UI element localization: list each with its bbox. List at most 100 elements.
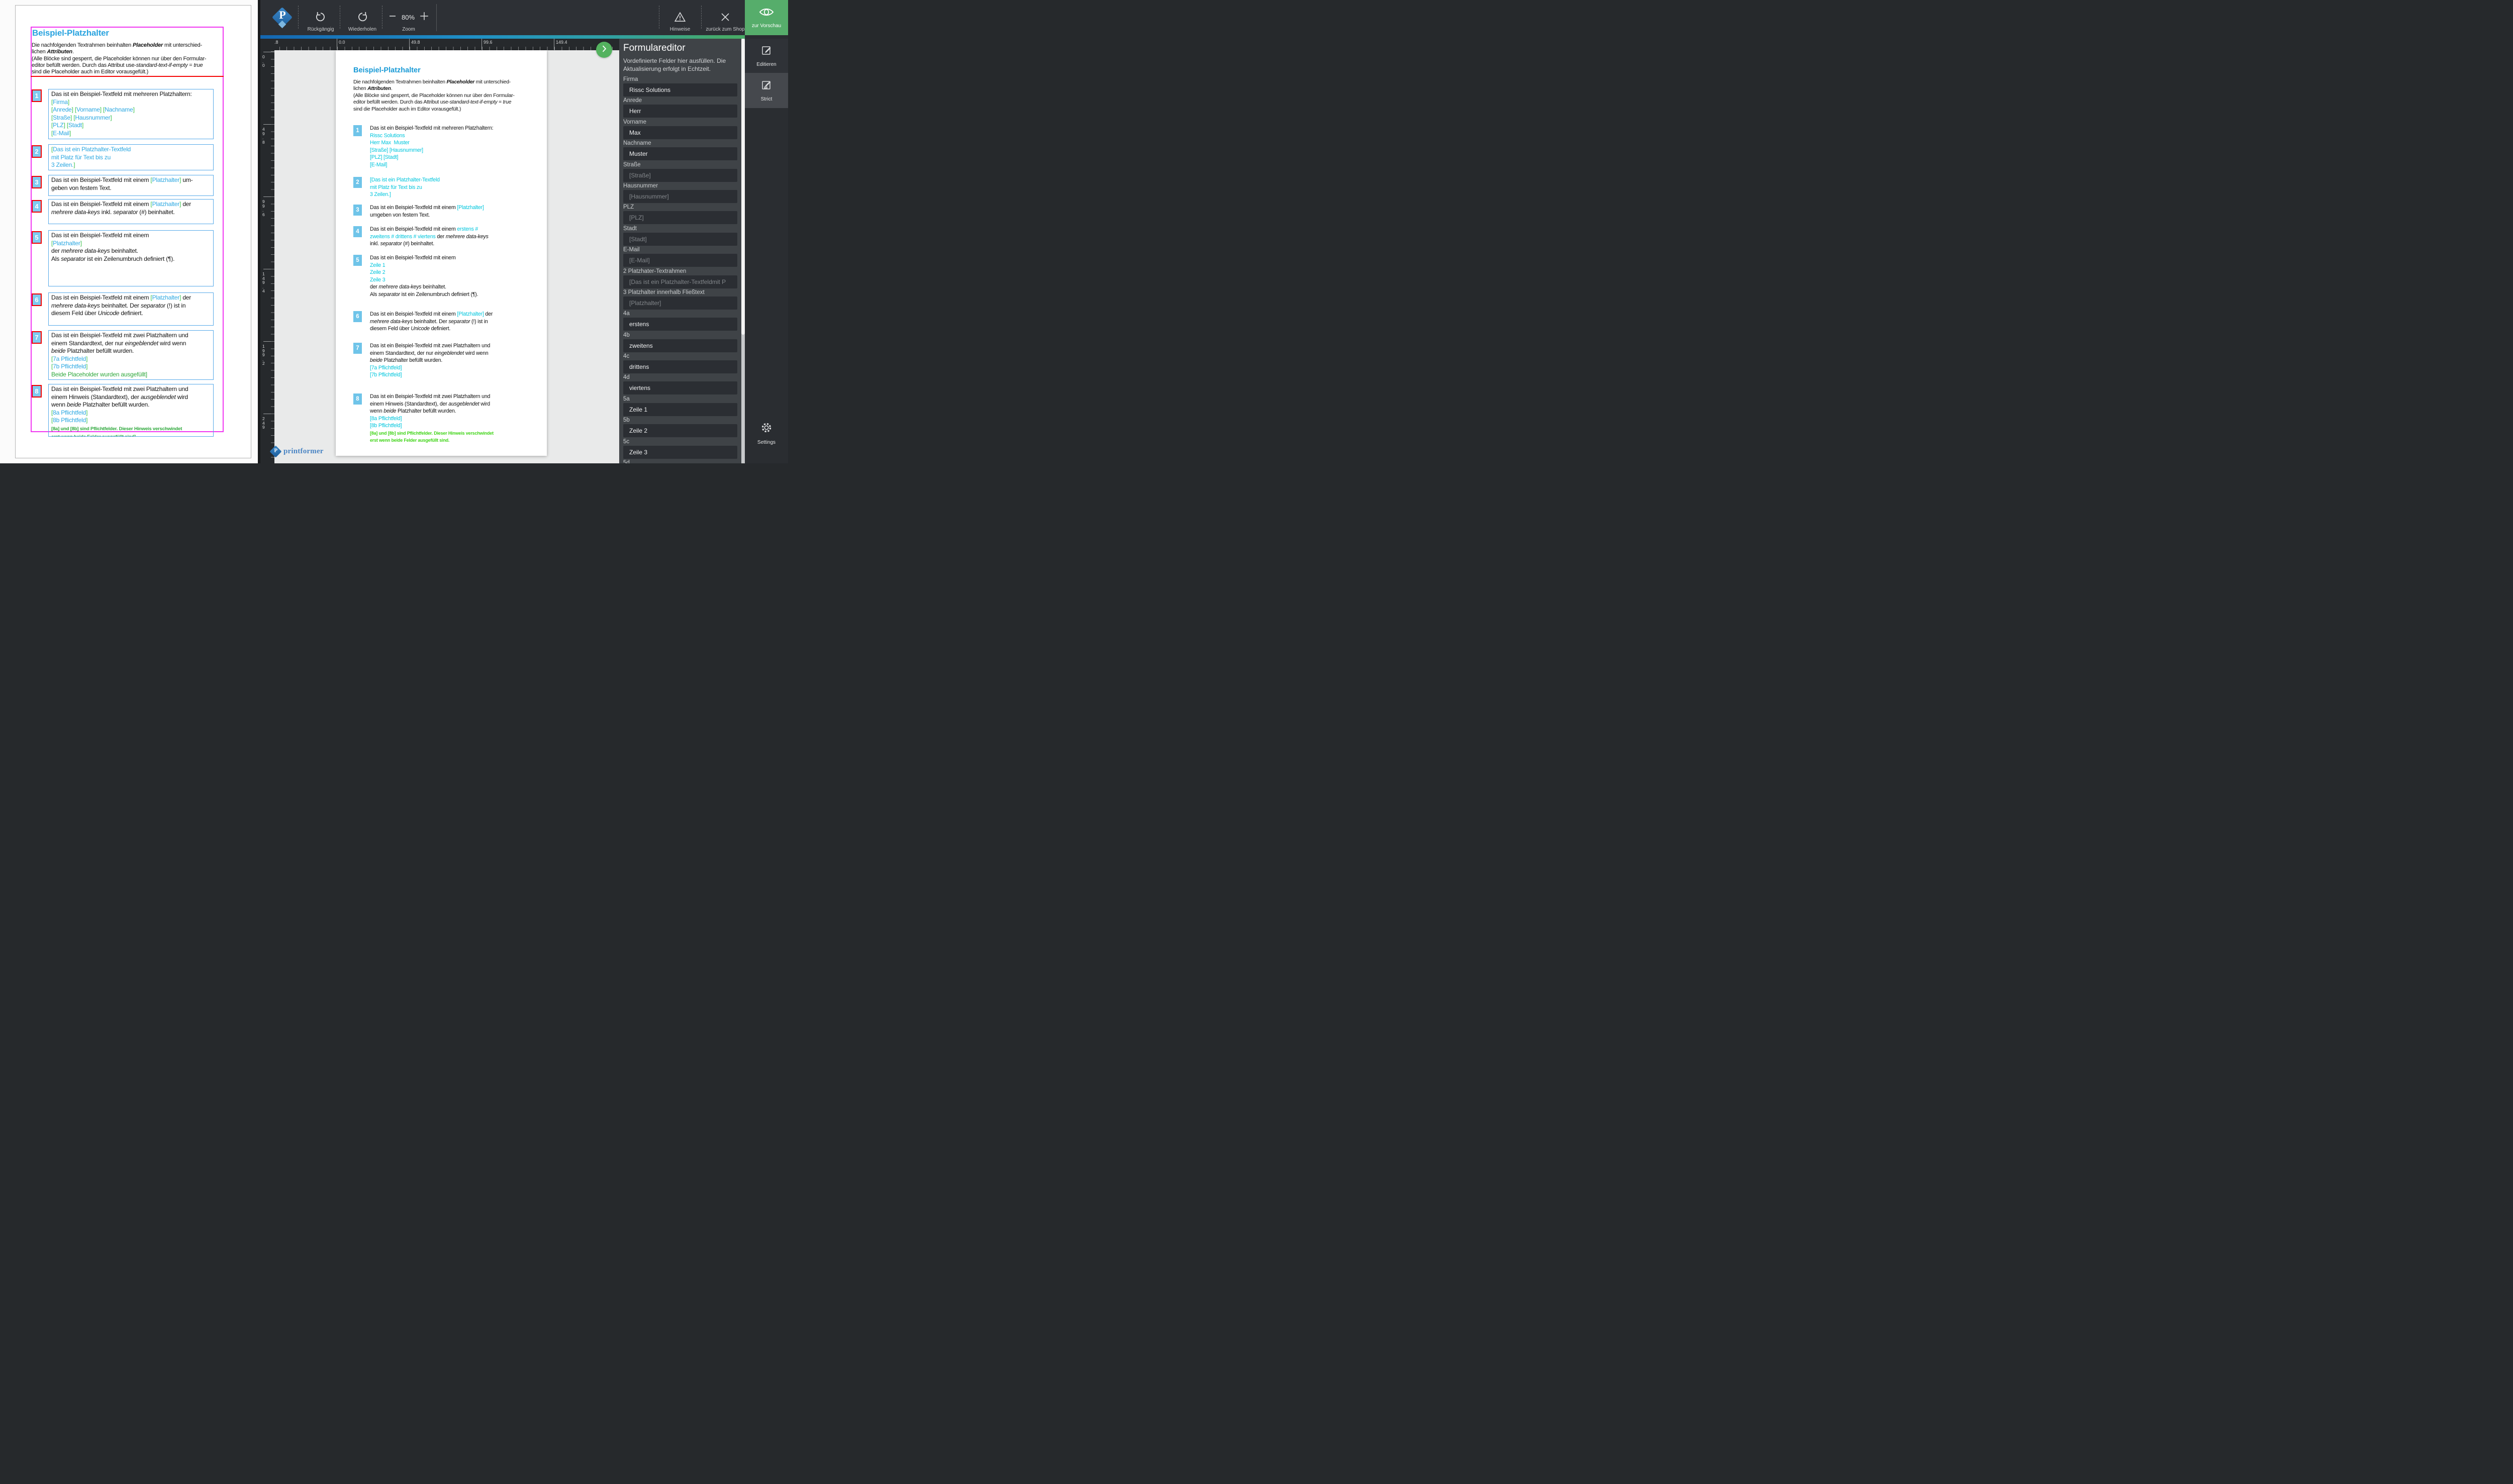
next-page-button[interactable] xyxy=(596,42,612,58)
form-field: 5d xyxy=(619,459,741,463)
ruler-label: 199.2 xyxy=(262,344,265,366)
field-input[interactable] xyxy=(623,296,737,310)
form-editor-panel: Formulareditor Vordefinierte Felder hier… xyxy=(619,39,745,463)
field-input[interactable] xyxy=(623,126,737,139)
field-label: 4b xyxy=(623,332,737,339)
back-to-shop-label: zurück zum Shop xyxy=(706,27,744,32)
form-field: Nachname xyxy=(619,140,741,161)
chevron-right-icon xyxy=(599,44,609,56)
toolbar-separator xyxy=(298,6,299,29)
redo-button[interactable]: Wiederholen xyxy=(341,3,383,32)
form-field: 2 Platzhater-Textrahmen xyxy=(619,268,741,289)
doc-paragraph: Die nachfolgenden Textrahmen beinhalten … xyxy=(353,79,515,113)
item-badge: 6 xyxy=(353,311,362,322)
ruler-label: 99.6 xyxy=(484,40,493,45)
ruler-vertical: 0.049.899.6149.4199.2249 xyxy=(260,50,274,463)
box-badge: 1 xyxy=(32,89,42,102)
ruler-tick xyxy=(409,39,410,50)
zoom-in-button[interactable] xyxy=(419,11,429,24)
field-input[interactable] xyxy=(623,339,737,352)
hinweise-button[interactable]: Hinweise xyxy=(659,3,701,32)
field-input[interactable] xyxy=(623,403,737,416)
edit-mode-button[interactable]: Editieren xyxy=(745,39,788,73)
field-label: 4c xyxy=(623,353,737,360)
form-field: 4b xyxy=(619,332,741,353)
document-page: Beispiel-Platzhalter Die nachfolgenden T… xyxy=(336,50,547,456)
back-to-shop-button[interactable]: zurück zum Shop xyxy=(700,3,750,32)
field-input[interactable] xyxy=(623,190,737,203)
field-input[interactable] xyxy=(623,83,737,96)
ruler-label: 0.0 xyxy=(262,55,265,68)
field-label: 4d xyxy=(623,374,737,381)
form-subtitle: Vordefinierte Felder hier ausfüllen. Die… xyxy=(623,57,740,73)
printformer-logo-icon: P xyxy=(271,7,294,29)
form-field: 5a xyxy=(619,395,741,417)
field-input[interactable] xyxy=(623,446,737,459)
form-field: Anrede xyxy=(619,97,741,118)
ruler-tick xyxy=(263,124,274,125)
form-field: Vorname xyxy=(619,119,741,140)
form-field: Firma xyxy=(619,76,741,97)
field-input[interactable] xyxy=(623,254,737,267)
field-input[interactable] xyxy=(623,233,737,246)
zoom-control: 80% Zoom xyxy=(379,3,438,32)
field-input[interactable] xyxy=(623,169,737,182)
field-label: Firma xyxy=(623,76,737,83)
ruler-label: 49.8 xyxy=(411,40,420,45)
zoom-out-button[interactable] xyxy=(388,12,397,23)
form-field: 3 Platzhalter innerhalb Fließtext xyxy=(619,289,741,310)
field-label: 5c xyxy=(623,438,737,445)
strict-mode-label: Strict xyxy=(761,96,772,102)
right-rail: zur Vorschau Editieren Strict Setti xyxy=(745,0,788,463)
field-label: Straße xyxy=(623,161,737,168)
field-label: 5d xyxy=(623,459,737,463)
item-badge: 8 xyxy=(353,393,362,405)
preview-page: Beispiel-Platzhalter Die nachfolgenden T… xyxy=(15,5,251,458)
eye-icon xyxy=(759,7,774,20)
item-text: Das ist ein Beispiel-Textfeld mit zwei P… xyxy=(370,342,541,379)
form-title: Formulareditor xyxy=(623,43,686,54)
preview-box: Das ist ein Beispiel-Textfeld mit zwei P… xyxy=(48,384,214,437)
field-input[interactable] xyxy=(623,275,737,288)
field-input[interactable] xyxy=(623,318,737,331)
field-input[interactable] xyxy=(623,147,737,160)
box-badge: 6 xyxy=(32,293,42,306)
item-text: Das ist ein Beispiel-Textfeld mit einem … xyxy=(370,311,541,333)
preview-mode-button[interactable]: zur Vorschau xyxy=(745,0,788,35)
gear-icon xyxy=(760,421,773,437)
box-badge: 4 xyxy=(32,200,42,213)
field-input[interactable] xyxy=(623,424,737,437)
form-field: Hausnummer xyxy=(619,182,741,204)
item-text: Das ist ein Beispiel-Textfeld mit zwei P… xyxy=(370,393,541,444)
preview-doc-paragraph: Die nachfolgenden Textrahmen beinhalten … xyxy=(32,42,226,75)
ruler-label: 0.0 xyxy=(339,40,345,45)
item-text: [Das ist ein Platzhalter-Textfeldmit Pla… xyxy=(370,176,541,199)
undo-icon xyxy=(314,9,327,26)
scrollbar-thumb[interactable] xyxy=(741,39,745,335)
box-badge: 5 xyxy=(32,231,42,244)
strict-mode-button[interactable]: Strict xyxy=(745,73,788,108)
ruler-label: .8 xyxy=(274,40,278,45)
field-label: Nachname xyxy=(623,140,737,147)
preview-box: Das ist ein Beispiel-Textfeld mit zwei P… xyxy=(48,330,214,380)
field-input[interactable] xyxy=(623,360,737,373)
field-input[interactable] xyxy=(623,211,737,224)
hinweise-label: Hinweise xyxy=(670,27,691,32)
preview-box: Das ist ein Beispiel-Textfeld mit mehrer… xyxy=(48,89,214,139)
field-input[interactable] xyxy=(623,105,737,118)
settings-button[interactable]: Settings xyxy=(745,408,788,458)
edit-icon xyxy=(760,44,772,59)
item-text: Das ist ein Beispiel-Textfeld mit mehrer… xyxy=(370,125,541,168)
undo-button[interactable]: Rückgängig xyxy=(300,3,342,32)
preview-box: Das ist ein Beispiel-Textfeld mit einem[… xyxy=(48,230,214,286)
form-field: 4a xyxy=(619,310,741,331)
doc-title: Beispiel-Platzhalter xyxy=(353,66,421,74)
preview-mode-label: zur Vorschau xyxy=(752,23,781,29)
form-field: Stadt xyxy=(619,225,741,246)
field-input[interactable] xyxy=(623,381,737,394)
form-field: Straße xyxy=(619,161,741,182)
item-badge: 5 xyxy=(353,255,362,266)
printformer-brand: P printformer xyxy=(271,447,324,456)
box-badge: 3 xyxy=(32,176,42,188)
form-field: E-Mail xyxy=(619,246,741,267)
